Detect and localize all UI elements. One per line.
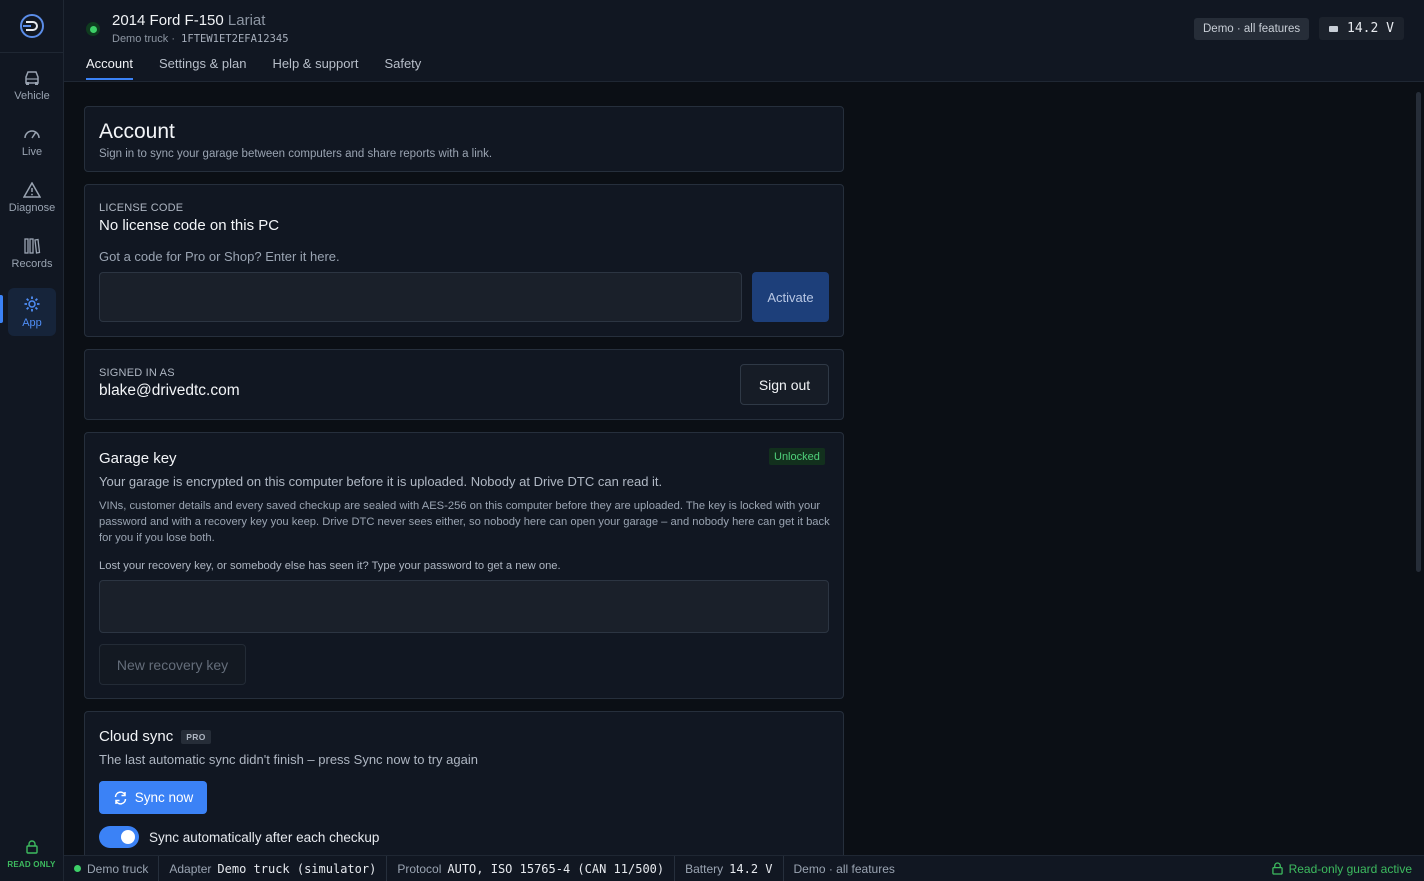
warning-icon — [23, 182, 41, 198]
connection-dot — [74, 865, 81, 872]
protocol-label: Protocol — [397, 861, 442, 876]
main-scrollbar[interactable] — [1416, 92, 1421, 572]
license-status: No license code on this PC — [99, 217, 280, 234]
cloud-sync-card: Cloud sync PRO The last automatic sync d… — [84, 711, 844, 861]
mode-badge: Demo · all features — [1194, 18, 1310, 40]
lock-icon — [1271, 862, 1283, 875]
vehicle-title: 2014 Ford F-150 Lariat — [112, 12, 265, 29]
tab-account[interactable]: Account — [86, 56, 133, 80]
license-prompt: Got a code for Pro or Shop? Enter it her… — [99, 249, 340, 264]
cloud-sync-title: Cloud sync — [99, 728, 174, 745]
status-bar: Demo truck Adapter Demo truck (simulator… — [64, 855, 1424, 881]
statusbar-protocol: Protocol AUTO, ISO 15765-4 (CAN 11/500) — [387, 855, 676, 881]
sidebar-item-live[interactable]: Live — [8, 118, 56, 166]
sidebar-item-app[interactable]: App — [8, 288, 56, 336]
statusbar-vehicle-text: Demo truck — [87, 861, 149, 876]
garage-key-lead: Your garage is encrypted on this compute… — [99, 474, 663, 489]
logo-icon — [19, 14, 44, 38]
license-caption: LICENSE CODE — [99, 202, 184, 214]
active-nav-indicator — [0, 295, 3, 323]
license-code-input[interactable] — [99, 272, 742, 322]
statusbar-battery: Battery 14.2 V — [675, 855, 784, 881]
cloud-sync-status: The last automatic sync didn't finish – … — [99, 752, 478, 767]
recovery-prompt: Lost your recovery key, or somebody else… — [99, 560, 561, 572]
gear-icon — [24, 296, 40, 312]
protocol-value: AUTO, ISO 15765-4 (CAN 11/500) — [447, 861, 665, 876]
voltage-value: 14.2 V — [1347, 21, 1394, 36]
books-icon — [24, 238, 41, 254]
sidebar-item-label: Live — [21, 146, 43, 158]
page-title: Account — [99, 120, 175, 143]
signed-in-caption: SIGNED IN AS — [99, 367, 175, 379]
adapter-value: Demo truck (simulator) — [217, 861, 377, 876]
auto-sync-toggle[interactable] — [99, 826, 139, 848]
battery-value: 14.2 V — [729, 861, 773, 876]
sync-now-label: Sync now — [134, 790, 194, 805]
sign-out-button[interactable]: Sign out — [740, 364, 829, 405]
vehicle-subtitle: Demo truck · 1FTEW1ET2EFA12345 — [112, 33, 289, 45]
vin-text: 1FTEW1ET2EFA12345 — [181, 33, 289, 45]
gauge-icon — [24, 130, 40, 139]
page-subtitle: Sign in to sync your garage between comp… — [99, 148, 493, 160]
guard-text: Read-only guard active — [1288, 861, 1412, 876]
pro-badge: PRO — [181, 729, 211, 744]
unlocked-badge: Unlocked — [769, 448, 825, 465]
sidebar: Vehicle Live Diagnose Records App READ O… — [0, 0, 64, 881]
signed-in-card: SIGNED IN AS blake@drivedtc.com Sign out — [84, 349, 844, 420]
tab-settings-plan[interactable]: Settings & plan — [159, 56, 246, 79]
garage-key-title: Garage key — [99, 450, 177, 467]
adapter-label: Adapter — [169, 861, 212, 876]
sync-now-button[interactable]: Sync now — [99, 781, 207, 814]
tab-safety[interactable]: Safety — [384, 56, 421, 79]
readonly-indicator: READ ONLY — [0, 840, 63, 869]
garage-key-card: Garage key Unlocked Your garage is encry… — [84, 432, 844, 699]
garage-key-detail: VINs, customer details and every saved c… — [99, 500, 830, 544]
sidebar-item-label: App — [22, 317, 42, 329]
new-recovery-key-button[interactable]: New recovery key — [99, 644, 246, 685]
top-header: 2014 Ford F-150 Lariat Demo truck · 1FTE… — [64, 0, 1424, 82]
connection-status-dot — [86, 22, 100, 36]
app-logo[interactable] — [0, 0, 63, 53]
sidebar-item-label: Diagnose — [8, 202, 56, 214]
cloud-sync-header: Cloud sync PRO — [99, 728, 211, 745]
sidebar-item-label: Records — [11, 258, 53, 270]
statusbar-adapter: Adapter Demo truck (simulator) — [159, 855, 388, 881]
sidebar-item-vehicle[interactable]: Vehicle — [8, 62, 56, 110]
auto-sync-label: Sync automatically after each checkup — [149, 830, 380, 845]
vehicle-name: 2014 Ford F-150 — [112, 12, 224, 29]
refresh-icon — [114, 790, 126, 805]
sidebar-item-records[interactable]: Records — [8, 230, 56, 278]
sidebar-item-diagnose[interactable]: Diagnose — [8, 174, 56, 222]
account-card: Account Sign in to sync your garage betw… — [84, 106, 844, 172]
battery-icon — [1329, 25, 1338, 32]
header-tabs: Account Settings & plan Help & support S… — [86, 56, 421, 80]
readonly-label: READ ONLY — [7, 860, 56, 869]
password-input[interactable] — [99, 580, 829, 633]
readonly-guard-status: Read-only guard active — [1271, 861, 1424, 876]
voltage-badge: 14.2 V — [1319, 17, 1404, 40]
lock-icon — [25, 840, 38, 854]
statusbar-vehicle: Demo truck — [64, 855, 160, 881]
statusbar-mode: Demo · all features — [793, 861, 895, 876]
toggle-knob — [121, 830, 135, 844]
license-card: LICENSE CODE No license code on this PC … — [84, 184, 844, 337]
car-icon — [25, 71, 39, 85]
vehicle-trim: Lariat — [227, 12, 266, 29]
battery-label: Battery — [685, 861, 724, 876]
activate-button[interactable]: Activate — [752, 272, 829, 322]
tab-help-support[interactable]: Help & support — [272, 56, 358, 79]
signed-in-email: blake@drivedtc.com — [99, 382, 240, 399]
vehicle-tag: Demo truck — [112, 33, 169, 45]
sidebar-item-label: Vehicle — [14, 90, 50, 102]
